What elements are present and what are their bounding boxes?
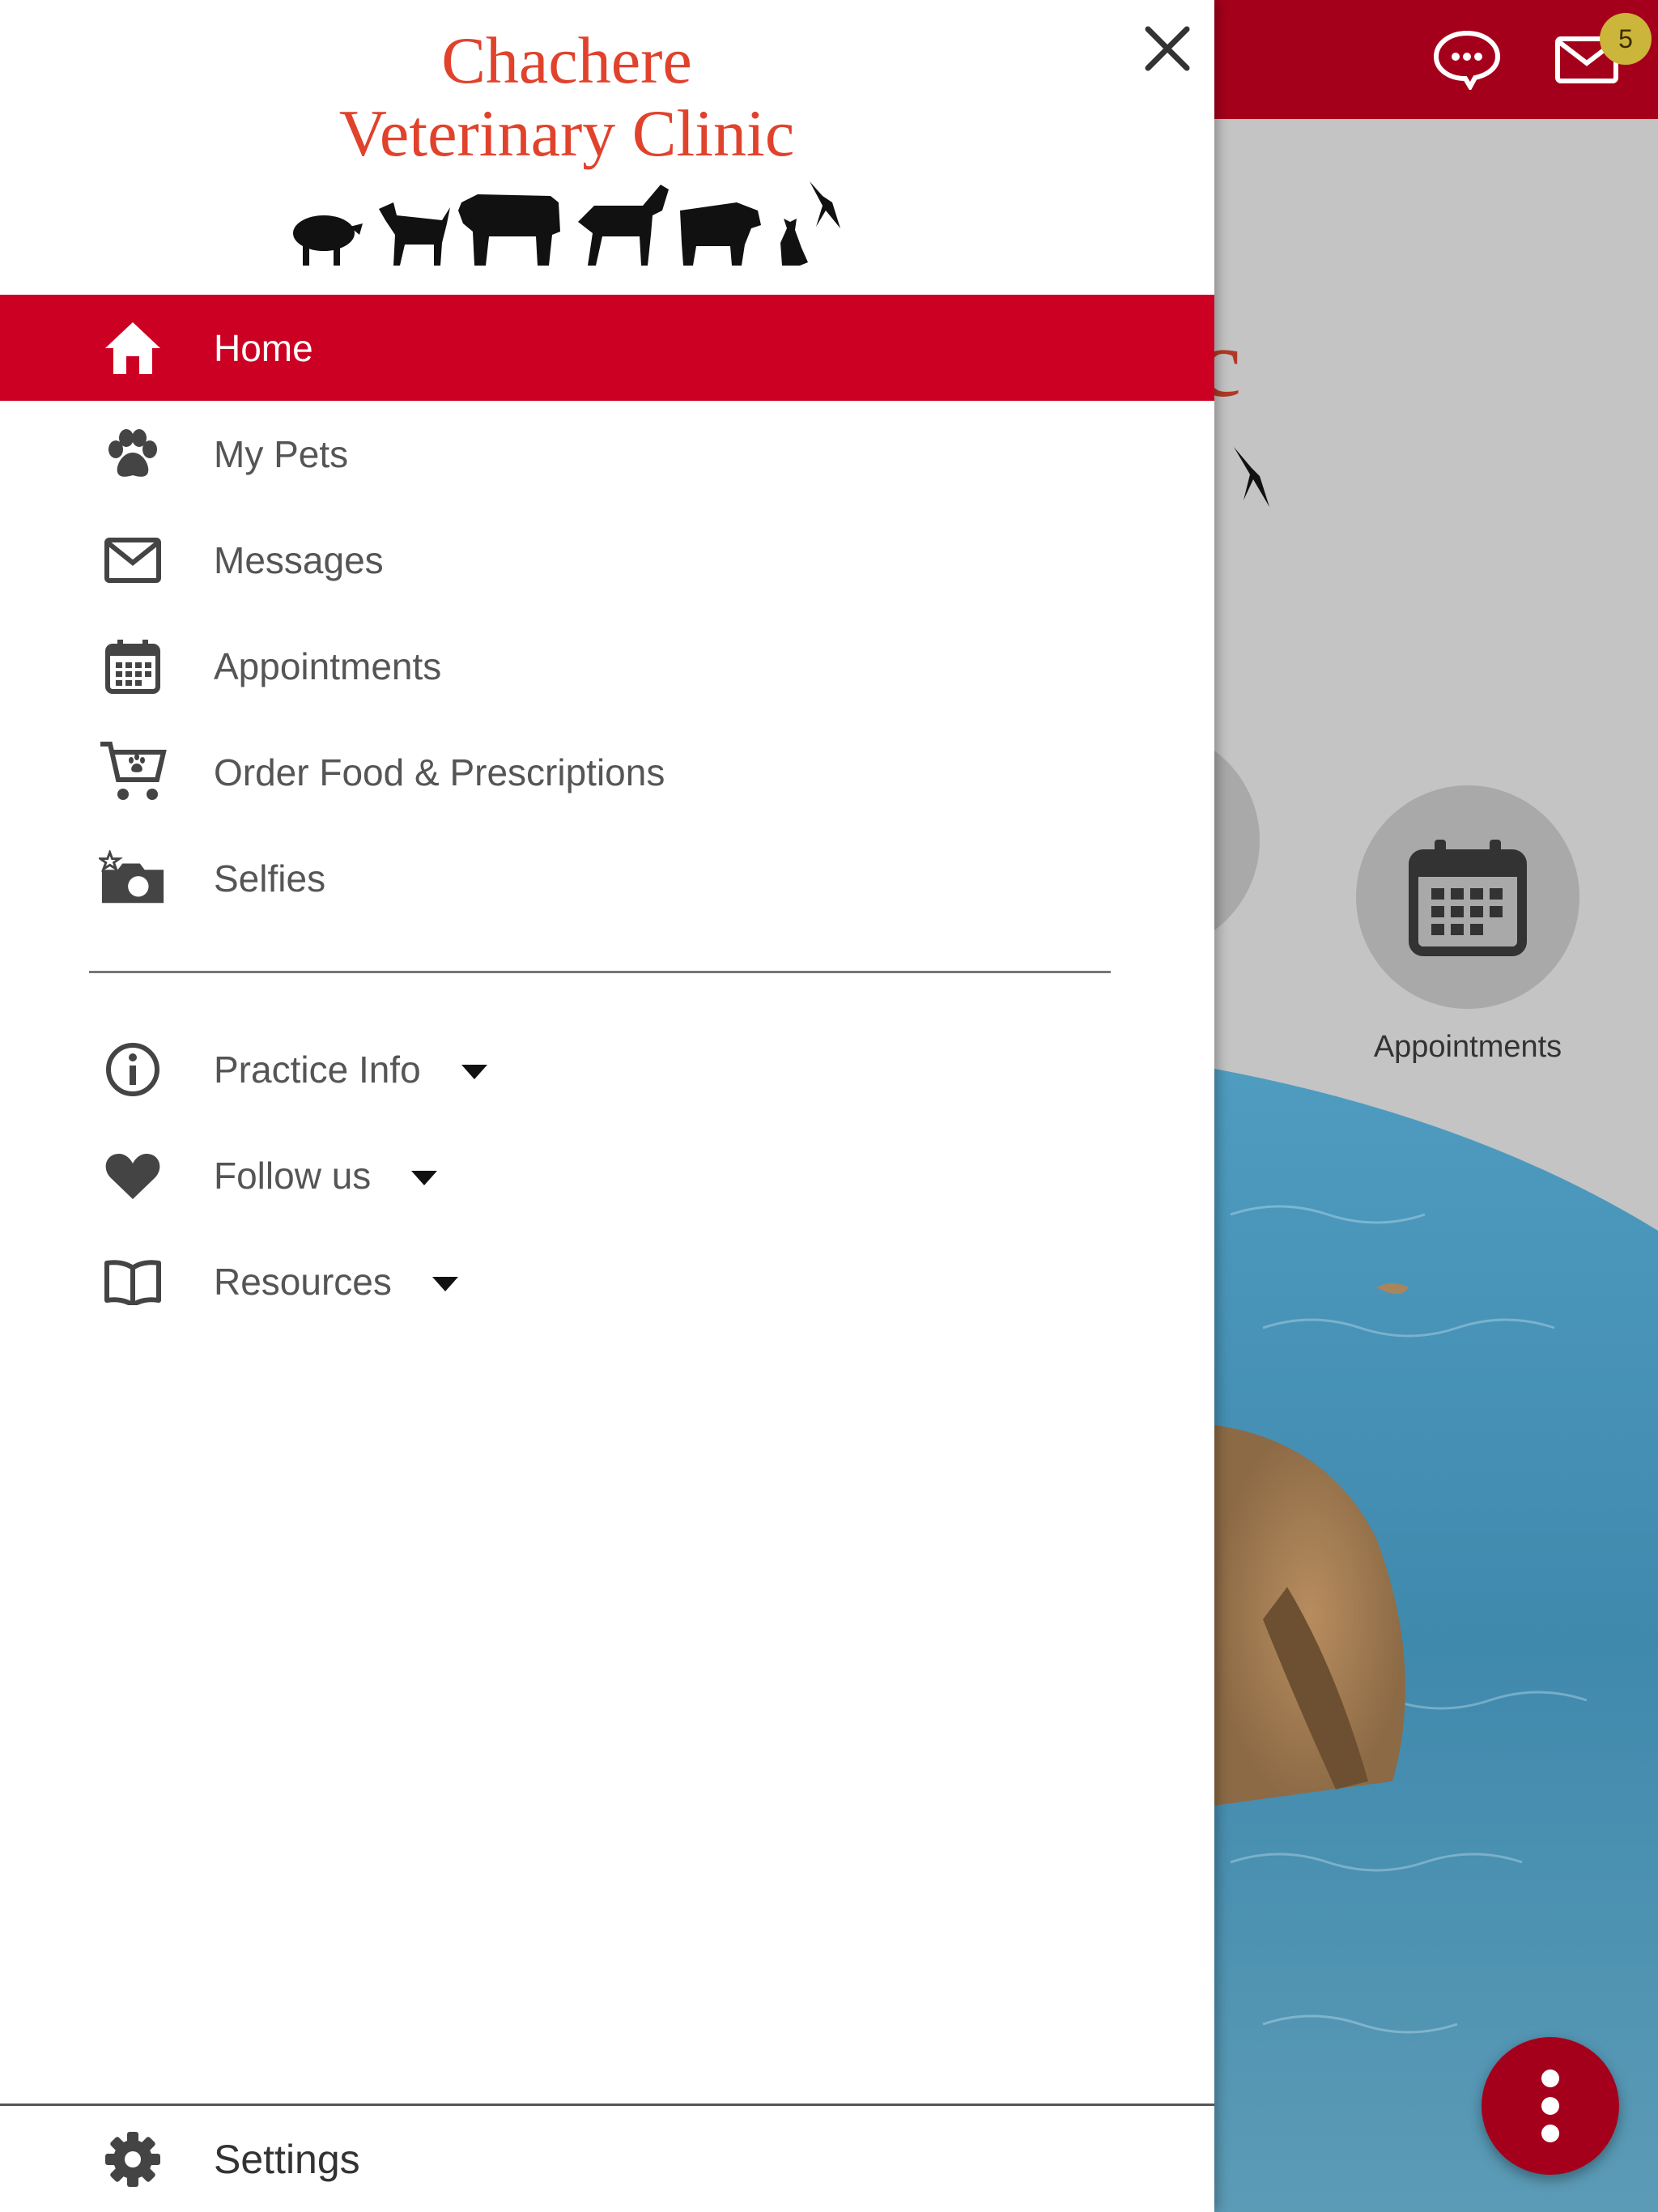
nav-item-label: Selfies [214, 857, 326, 900]
gear-icon [99, 2125, 167, 2193]
nav-item-label: Home [214, 326, 313, 369]
paw-icon [99, 420, 167, 488]
nav-item-selfies[interactable]: Selfies [0, 825, 1214, 931]
chevron-down-icon[interactable] [461, 1065, 487, 1080]
nav-item-label: My Pets [214, 432, 349, 475]
nav-item-practice-info[interactable]: Practice Info [0, 1016, 1214, 1122]
appointments-shortcut-label: Appointments [1373, 1030, 1562, 1064]
home-icon [99, 314, 167, 382]
animal-silhouettes [293, 181, 840, 266]
nav-item-appointments[interactable]: Appointments [0, 613, 1214, 719]
appointments-shortcut[interactable] [1356, 785, 1579, 1009]
close-icon[interactable] [1137, 18, 1198, 79]
bird-silhouette [1234, 447, 1269, 507]
chat-icon[interactable] [1426, 19, 1507, 100]
navigation-drawer: Chachere Veterinary Clinic Home My Pets … [0, 0, 1214, 2212]
settings-divider [0, 2104, 1214, 2106]
cart-icon [99, 738, 167, 806]
info-icon [99, 1036, 167, 1104]
nav-item-settings[interactable]: Settings [0, 2107, 1214, 2212]
chevron-down-icon[interactable] [411, 1171, 438, 1186]
nav-divider [89, 971, 1111, 973]
unread-badge: 5 [1600, 13, 1652, 65]
chevron-down-icon[interactable] [432, 1277, 458, 1292]
nav-item-label: Messages [214, 538, 384, 581]
primary-nav: Home My Pets Messages Appointments Order… [0, 295, 1214, 931]
more-options-button[interactable] [1482, 2037, 1619, 2175]
nav-item-follow-us[interactable]: Follow us [0, 1122, 1214, 1228]
calendar-icon [1409, 840, 1527, 956]
nav-item-order-food[interactable]: Order Food & Prescriptions [0, 719, 1214, 825]
logo-line-1: Chachere [441, 23, 692, 97]
nav-item-label: Order Food & Prescriptions [214, 751, 665, 793]
clinic-logo: Chachere Veterinary Clinic [243, 24, 891, 170]
logo-line-2: Veterinary Clinic [338, 96, 795, 170]
envelope-icon [99, 526, 167, 594]
settings-label: Settings [214, 2137, 360, 2182]
secondary-nav: Practice Info Follow us Resources [0, 1016, 1214, 1334]
nav-item-home[interactable]: Home [0, 295, 1214, 401]
camera-icon [99, 844, 167, 912]
book-icon [99, 1248, 167, 1316]
nav-item-label: Practice Info [214, 1048, 487, 1091]
nav-item-messages[interactable]: Messages [0, 507, 1214, 613]
nav-item-label: Resources [214, 1260, 458, 1304]
nav-item-label: Appointments [214, 644, 442, 687]
heart-icon [99, 1142, 167, 1210]
nav-item-my-pets[interactable]: My Pets [0, 401, 1214, 507]
calendar-icon [99, 632, 167, 700]
nav-item-resources[interactable]: Resources [0, 1228, 1214, 1334]
nav-item-label: Follow us [214, 1154, 438, 1197]
